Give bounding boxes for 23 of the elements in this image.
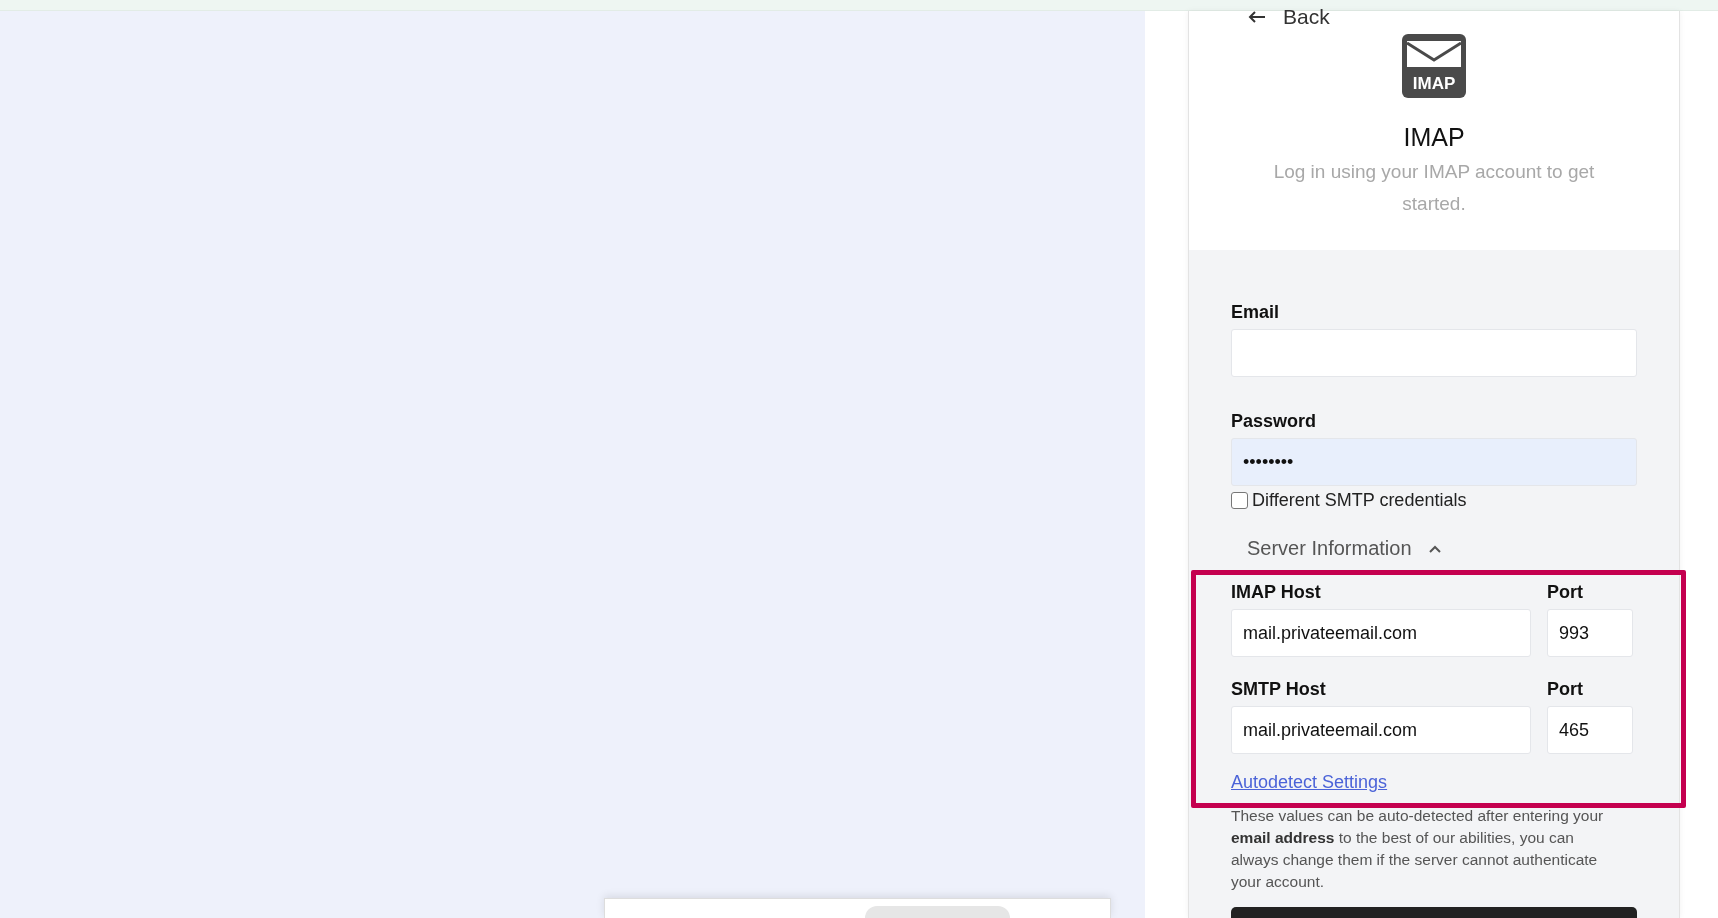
field-label: Port [1547,679,1584,700]
caret-icon [1427,543,1442,554]
panel-subtitle: Log in using your IMAP account to get started. [1272,160,1596,216]
section-toggle[interactable]: Server Information [1247,537,1442,560]
envelope-icon: IMAP [1401,33,1467,99]
email-field[interactable] [1231,329,1637,377]
back-arrow-icon [1247,10,1267,24]
port-field[interactable]: 993 [1547,609,1633,657]
field-label: Email [1231,302,1281,323]
host-field[interactable]: mail.privateemail.com [1231,706,1531,754]
host-field[interactable]: mail.privateemail.com [1231,609,1531,657]
field-label: Port [1547,582,1584,603]
back-button[interactable]: Back [1247,5,1330,29]
field-label: SMTP Host [1231,679,1327,700]
field-label: Password [1231,411,1318,432]
checkbox[interactable] [1231,492,1248,509]
panel-title: IMAP [1403,123,1465,152]
password-field[interactable]: •••••••• [1231,438,1637,486]
help-text: These values can be auto-detected after entering your email address to the best of our abilities, you can always change them if the server cannot authenticate your account. [1231,806,1605,892]
port-field[interactable]: 465 [1547,706,1633,754]
checkbox-label[interactable]: Different SMTP credentials [1252,490,1467,511]
autodetect-link[interactable]: Autodetect Settings [1231,772,1388,793]
field-label: IMAP Host [1231,582,1322,603]
